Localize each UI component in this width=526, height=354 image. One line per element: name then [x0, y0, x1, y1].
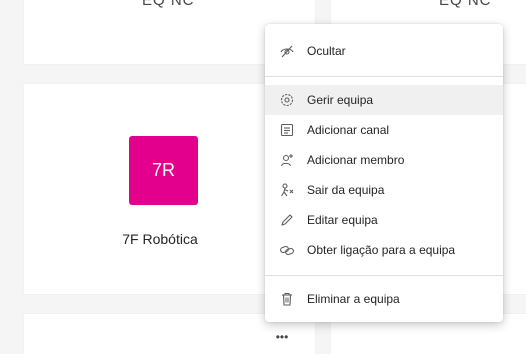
- menu-item-manage-team[interactable]: Gerir equipa: [265, 85, 503, 115]
- menu-item-label: Gerir equipa: [307, 93, 374, 107]
- menu-item-add-member[interactable]: Adicionar membro: [265, 145, 503, 175]
- link-icon: [279, 242, 295, 258]
- menu-item-label: Sair da equipa: [307, 183, 385, 197]
- edit-icon: [279, 212, 295, 228]
- menu-divider: [265, 275, 503, 276]
- hide-icon: [279, 43, 295, 59]
- menu-divider: [265, 76, 503, 77]
- team-card-title-cut: EQ NC: [439, 0, 492, 9]
- menu-item-label: Obter ligação para a equipa: [307, 243, 456, 257]
- menu-item-hide[interactable]: Ocultar: [265, 36, 503, 66]
- team-card-title-cut: EQ NC: [142, 0, 195, 9]
- menu-item-label: Adicionar canal: [307, 123, 390, 137]
- add-channel-icon: [279, 122, 295, 138]
- leave-team-icon: [279, 182, 295, 198]
- menu-item-leave-team[interactable]: Sair da equipa: [265, 175, 503, 205]
- team-name: 7F Robótica: [122, 231, 198, 247]
- menu-item-add-channel[interactable]: Adicionar canal: [265, 115, 503, 145]
- trash-icon: [279, 291, 295, 307]
- gear-icon: [279, 92, 295, 108]
- menu-item-label: Eliminar a equipa: [307, 292, 400, 306]
- menu-item-get-link[interactable]: Obter ligação para a equipa: [265, 235, 503, 265]
- more-options-button[interactable]: •••: [270, 331, 294, 343]
- add-member-icon: [279, 152, 295, 168]
- menu-item-label: Adicionar membro: [307, 153, 405, 167]
- team-context-menu: Ocultar Gerir equipa Adicionar canal Adi…: [265, 24, 503, 322]
- menu-item-label: Ocultar: [307, 44, 346, 58]
- menu-item-delete-team[interactable]: Eliminar a equipa: [265, 284, 503, 314]
- menu-item-edit-team[interactable]: Editar equipa: [265, 205, 503, 235]
- menu-item-label: Editar equipa: [307, 213, 378, 227]
- team-avatar: 7R: [129, 136, 198, 205]
